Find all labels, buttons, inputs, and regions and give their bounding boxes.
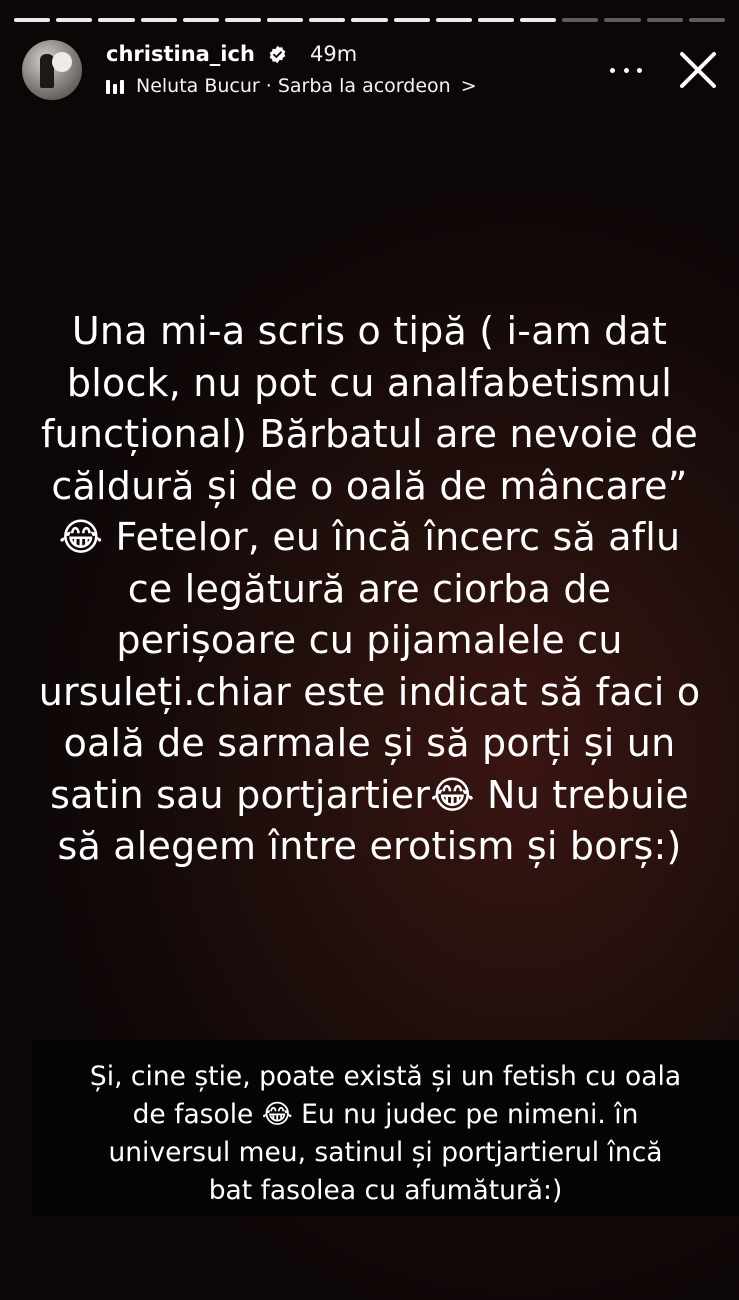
story-text-line: oală de sarmale și să porți și un — [63, 721, 676, 765]
progress-segment — [182, 18, 219, 22]
story-text-line: Una mi-a scris o tipă ( i-am dat — [71, 309, 668, 353]
music-label: Neluta Bucur · Sarba la acordeon — [136, 75, 451, 97]
story-text-line: ursuleți.chiar este indicat să faci o — [38, 669, 701, 714]
story-text-line: să alegem între erotism și borș:) — [57, 824, 682, 868]
progress-segment — [224, 18, 262, 22]
progress-segment — [562, 18, 599, 22]
progress-segment — [14, 18, 51, 22]
caption-line: universul meu, satinul și portjartierul … — [108, 1137, 663, 1168]
progress-segment — [140, 18, 177, 22]
more-options-button[interactable] — [610, 58, 642, 82]
progress-segment — [435, 18, 472, 22]
progress-segment — [688, 18, 725, 22]
post-time: 49m — [310, 42, 358, 66]
story-text-line: ce legătură are ciorba de — [127, 566, 612, 611]
story-text: Una mi-a scris o tipă ( i-am dat block, … — [0, 306, 739, 873]
story-text-line: funcțional) Bărbatul are nevoie de — [40, 412, 699, 456]
caption-line: de fasole 😂 Eu nu judec pe nimeni. în — [132, 1099, 639, 1130]
progress-segment — [56, 18, 93, 22]
music-bars-icon — [106, 78, 126, 94]
progress-segment — [604, 18, 641, 22]
story-viewer[interactable]: christina_ich 49m Neluta Bucur · Sarba l… — [0, 0, 739, 1300]
story-text-line: căldură și de o oală de mâncare” — [51, 463, 688, 508]
progress-segment — [646, 18, 683, 22]
username[interactable]: christina_ich — [106, 42, 255, 66]
story-text-line: perișoare cu pijamalele cu — [116, 618, 623, 662]
music-attribution[interactable]: Neluta Bucur · Sarba la acordeon > — [106, 74, 477, 98]
caption-line: bat fasolea cu afumătură:) — [208, 1175, 563, 1206]
progress-segment — [393, 18, 430, 22]
story-text-line: satin sau portjartier😂 Nu trebuie — [50, 772, 689, 817]
progress-segment — [98, 18, 135, 22]
profile-avatar[interactable] — [22, 40, 82, 100]
story-text-line: block, nu pot cu analfabetismul — [66, 360, 673, 405]
progress-segment — [351, 18, 388, 22]
progress-segment — [520, 18, 557, 22]
close-icon[interactable] — [676, 48, 720, 92]
progress-segment — [309, 18, 346, 22]
caption-text: Și, cine știe, poate există și un fetish… — [32, 1058, 739, 1210]
caption-line: Și, cine știe, poate există și un fetish… — [89, 1061, 682, 1092]
verified-badge-icon — [269, 45, 286, 64]
story-progress-bar — [14, 18, 725, 22]
progress-segment — [477, 18, 515, 22]
chevron-right-icon: > — [460, 75, 477, 97]
story-header: christina_ich 49m Neluta Bucur · Sarba l… — [22, 38, 722, 102]
story-text-line: 😂 Fetelor, eu încă încerc să aflu — [58, 515, 681, 559]
progress-segment — [267, 18, 304, 22]
